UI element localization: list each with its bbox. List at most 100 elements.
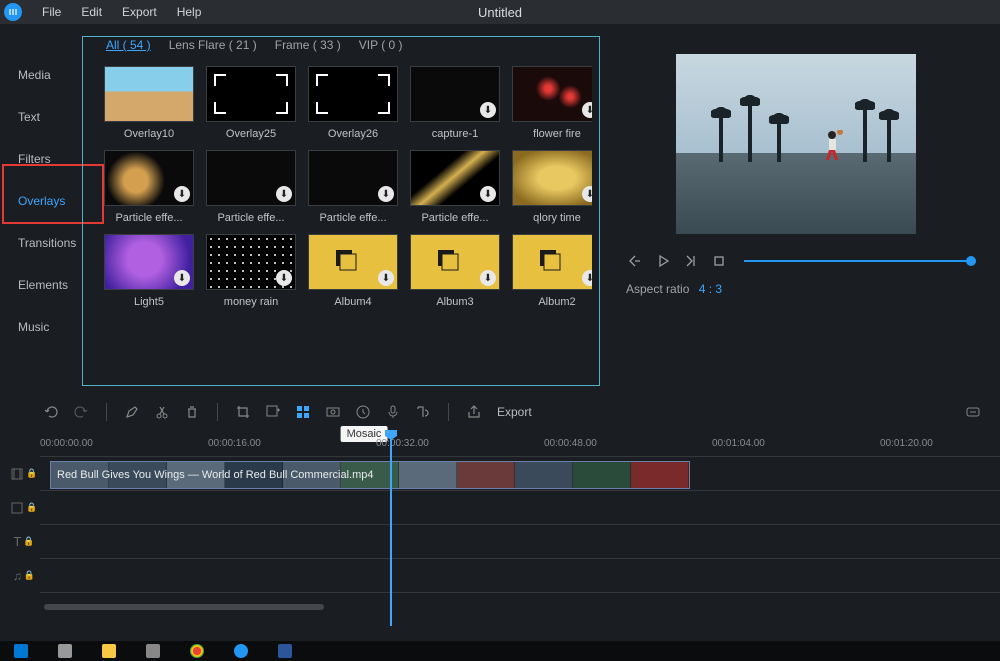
text-track[interactable]: T🔒: [40, 524, 1000, 558]
video-track[interactable]: 🔒 Red Bull Gives You Wings — World of Re…: [40, 456, 1000, 490]
stop-button[interactable]: [710, 252, 728, 270]
timeline-horizontal-scrollbar[interactable]: [44, 604, 324, 610]
text-to-speech-button[interactable]: [412, 401, 434, 423]
overlay-item[interactable]: ⬇Particle effe...: [104, 150, 194, 224]
taskbar-word[interactable]: [278, 644, 292, 658]
sidebar-item-overlays[interactable]: Overlays: [0, 180, 82, 222]
fit-timeline-button[interactable]: [962, 401, 984, 423]
taskbar-icon[interactable]: [102, 644, 116, 658]
ruler-tick: 00:00:32.00: [376, 438, 429, 449]
overlay-item[interactable]: Overlay10: [104, 66, 194, 140]
overlay-thumbnail[interactable]: ⬇: [104, 150, 194, 206]
sidebar-item-elements[interactable]: Elements: [0, 264, 82, 306]
voiceover-button[interactable]: [382, 401, 404, 423]
download-icon[interactable]: ⬇: [480, 102, 496, 118]
sidebar-item-media[interactable]: Media: [0, 54, 82, 96]
overlay-grid-scroll[interactable]: Overlay10Overlay25Overlay26⬇capture-1⬇fl…: [104, 66, 592, 366]
preview-viewport[interactable]: [676, 54, 916, 234]
sidebar-item-text[interactable]: Text: [0, 96, 82, 138]
overlay-item[interactable]: Overlay25: [206, 66, 296, 140]
menu-file[interactable]: File: [32, 5, 71, 19]
overlay-item[interactable]: ⬇Particle effe...: [410, 150, 500, 224]
overlay-thumbnail[interactable]: ⬇: [308, 150, 398, 206]
download-icon[interactable]: ⬇: [582, 102, 592, 118]
pip-track[interactable]: 🔒: [40, 490, 1000, 524]
tab-lens-flare[interactable]: Lens Flare ( 21 ): [169, 38, 257, 52]
overlay-item[interactable]: ⬇Album2: [512, 234, 592, 308]
overlay-thumbnail[interactable]: [104, 66, 194, 122]
overlay-thumbnail[interactable]: [206, 66, 296, 122]
audio-track[interactable]: ♫🔒: [40, 558, 1000, 592]
record-button[interactable]: [322, 401, 344, 423]
overlay-item[interactable]: ⬇capture-1: [410, 66, 500, 140]
overlay-thumbnail[interactable]: ⬇: [206, 234, 296, 290]
undo-button[interactable]: [40, 401, 62, 423]
overlay-item[interactable]: ⬇qlory time: [512, 150, 592, 224]
overlay-item[interactable]: Overlay26: [308, 66, 398, 140]
overlay-item[interactable]: ⬇Particle effe...: [308, 150, 398, 224]
menu-export[interactable]: Export: [112, 5, 167, 19]
overlay-thumbnail[interactable]: ⬇: [308, 234, 398, 290]
video-clip[interactable]: Red Bull Gives You Wings — World of Red …: [50, 461, 690, 489]
tab-all[interactable]: All ( 54 ): [106, 38, 151, 52]
export-icon[interactable]: [463, 401, 485, 423]
taskbar-chrome[interactable]: [190, 644, 204, 658]
timeline-toolbar: Export: [0, 394, 1000, 430]
overlay-thumbnail[interactable]: [308, 66, 398, 122]
sidebar-item-filters[interactable]: Filters: [0, 138, 82, 180]
add-track-button[interactable]: [262, 401, 284, 423]
overlay-thumbnail[interactable]: ⬇: [410, 234, 500, 290]
aspect-ratio-value[interactable]: 4 : 3: [699, 282, 722, 296]
overlay-item[interactable]: ⬇Album4: [308, 234, 398, 308]
forward-button[interactable]: [682, 252, 700, 270]
download-icon[interactable]: ⬇: [480, 186, 496, 202]
download-icon[interactable]: ⬇: [276, 186, 292, 202]
overlay-thumbnail[interactable]: ⬇: [512, 150, 592, 206]
tab-vip[interactable]: VIP ( 0 ): [359, 38, 403, 52]
download-icon[interactable]: ⬇: [582, 270, 592, 286]
overlay-thumbnail[interactable]: ⬇: [104, 234, 194, 290]
overlay-thumbnail[interactable]: ⬇: [410, 150, 500, 206]
taskbar-icon[interactable]: [58, 644, 72, 658]
playhead[interactable]: [390, 430, 392, 626]
menu-edit[interactable]: Edit: [71, 5, 112, 19]
overlay-thumbnail[interactable]: ⬇: [206, 150, 296, 206]
download-icon[interactable]: ⬇: [276, 270, 292, 286]
download-icon[interactable]: ⬇: [378, 186, 394, 202]
menu-help[interactable]: Help: [167, 5, 212, 19]
export-label[interactable]: Export: [497, 405, 532, 419]
rewind-button[interactable]: [626, 252, 644, 270]
overlay-item[interactable]: ⬇Light5: [104, 234, 194, 308]
taskbar-icon[interactable]: [146, 644, 160, 658]
duration-button[interactable]: [352, 401, 374, 423]
download-icon[interactable]: ⬇: [480, 270, 496, 286]
overlay-item[interactable]: ⬇Particle effe...: [206, 150, 296, 224]
overlay-item[interactable]: ⬇Album3: [410, 234, 500, 308]
overlay-thumbnail[interactable]: ⬇: [410, 66, 500, 122]
taskbar-start[interactable]: [14, 644, 28, 658]
extra-track[interactable]: [40, 592, 1000, 614]
redo-button[interactable]: [70, 401, 92, 423]
overlay-thumbnail[interactable]: ⬇: [512, 66, 592, 122]
split-button[interactable]: [151, 401, 173, 423]
overlay-thumbnail[interactable]: ⬇: [512, 234, 592, 290]
overlay-item[interactable]: ⬇money rain: [206, 234, 296, 308]
play-button[interactable]: [654, 252, 672, 270]
preview-progress[interactable]: [744, 260, 976, 262]
crop-button[interactable]: [232, 401, 254, 423]
taskbar-app[interactable]: [234, 644, 248, 658]
download-icon[interactable]: ⬇: [174, 270, 190, 286]
tab-frame[interactable]: Frame ( 33 ): [275, 38, 341, 52]
timeline-ruler[interactable]: Mosaic 00:00:00.0000:00:16.0000:00:32.00…: [40, 430, 1000, 456]
delete-button[interactable]: [181, 401, 203, 423]
mosaic-button[interactable]: [292, 401, 314, 423]
menubar: File Edit Export Help Untitled: [0, 0, 1000, 24]
sidebar-item-transitions[interactable]: Transitions: [0, 222, 82, 264]
download-icon[interactable]: ⬇: [378, 270, 394, 286]
download-icon[interactable]: ⬇: [174, 186, 190, 202]
sidebar-item-music[interactable]: Music: [0, 306, 82, 348]
edit-button[interactable]: [121, 401, 143, 423]
overlay-item[interactable]: ⬇flower fire: [512, 66, 592, 140]
progress-knob[interactable]: [966, 256, 976, 266]
download-icon[interactable]: ⬇: [582, 186, 592, 202]
